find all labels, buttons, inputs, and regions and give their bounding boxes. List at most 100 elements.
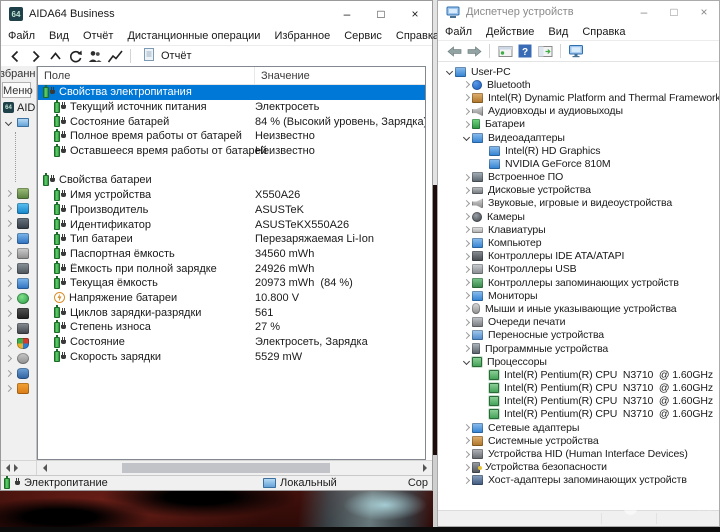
back-icon[interactable] <box>5 48 25 64</box>
list-row[interactable]: Состояние батарей 84 % (Высокий уровень, … <box>38 114 425 129</box>
chevron-right-icon[interactable] <box>461 279 472 287</box>
scroll-right-icon[interactable] <box>14 464 18 472</box>
sidebar-computer-node[interactable] <box>1 115 36 130</box>
device-tree-item[interactable]: Мониторы <box>440 289 719 302</box>
device-tree-item[interactable]: Видеоадаптеры <box>440 131 719 144</box>
scrollbar-thumb[interactable] <box>122 463 330 473</box>
device-tree-item[interactable]: NVIDIA GeForce 810M <box>440 157 719 170</box>
list-row[interactable]: Имя устройства X550A26 <box>38 187 425 203</box>
chart-icon[interactable] <box>105 48 125 64</box>
refresh-icon[interactable] <box>65 48 85 64</box>
device-tree-item[interactable]: Системные устройства <box>440 434 719 447</box>
tab-menu[interactable]: Меню <box>2 82 33 98</box>
list-row[interactable]: Производитель ASUSTeK <box>38 202 425 218</box>
chevron-right-icon[interactable] <box>461 463 472 471</box>
device-tree-item[interactable]: Устройства безопасности <box>440 461 719 474</box>
chevron-right-icon[interactable] <box>461 94 472 102</box>
sidebar-item-directx[interactable] <box>1 291 36 306</box>
menu-item-Вид[interactable]: Вид <box>541 24 575 40</box>
chevron-down-icon[interactable] <box>444 68 455 76</box>
device-tree-item[interactable]: Intel(R) Pentium(R) CPU N3710 @ 1.60GHz <box>440 368 719 381</box>
window-list-icon[interactable] <box>495 43 515 59</box>
aida64-titlebar[interactable]: 64 AIDA64 Business – □ × <box>1 1 432 27</box>
minimize-button[interactable]: – <box>330 8 364 20</box>
sidebar-item-os[interactable] <box>1 201 36 216</box>
list-row[interactable]: Оставшееся время работы от батарей Неизве… <box>38 143 425 159</box>
chevron-right-icon[interactable] <box>461 120 472 128</box>
chevron-right-icon[interactable] <box>461 226 472 234</box>
chevron-right-icon[interactable] <box>461 173 472 181</box>
forward-icon[interactable] <box>25 48 45 64</box>
column-header-value[interactable]: Значение <box>254 67 310 84</box>
list-row[interactable]: Текущая ёмкость 20973 mWh (84 %) <box>38 275 425 291</box>
device-tree-item[interactable]: Аудиовходы и аудиовыходы <box>440 105 719 118</box>
scrollbar-track[interactable] <box>52 461 417 475</box>
sidebar-item-storage[interactable] <box>1 261 36 276</box>
sidebar-item-multimedia[interactable] <box>1 246 36 261</box>
sidebar-item-motherboard[interactable] <box>1 186 36 201</box>
sidebar-item-network[interactable] <box>1 276 36 291</box>
chevron-right-icon[interactable] <box>461 186 472 194</box>
device-tree-item[interactable]: Контроллеры запоминающих устройств <box>440 276 719 289</box>
device-tree-item[interactable]: Звуковые, игровые и видеоустройства <box>440 197 719 210</box>
chevron-right-icon[interactable] <box>4 204 13 213</box>
chevron-right-icon[interactable] <box>4 369 13 378</box>
device-tree-item[interactable]: Intel(R) Dynamic Platform and Thermal Fr… <box>440 91 719 104</box>
device-tree-item[interactable]: Переносные устройства <box>440 329 719 342</box>
maximize-button[interactable]: □ <box>659 6 689 18</box>
sidebar-item-display[interactable] <box>1 231 36 246</box>
device-tree-item[interactable]: Intel(R) HD Graphics <box>440 144 719 157</box>
device-tree-item[interactable]: Батареи <box>440 118 719 131</box>
device-tree-item[interactable]: Камеры <box>440 210 719 223</box>
users-icon[interactable] <box>85 48 105 64</box>
list-row[interactable]: Свойства электропитания <box>38 85 425 100</box>
horizontal-scrollbar[interactable] <box>1 460 432 475</box>
sidebar-item-database[interactable] <box>1 366 36 381</box>
sidebar-item-programs[interactable] <box>1 321 36 336</box>
list-row[interactable]: Напряжение батареи 10.800 V <box>38 291 425 306</box>
device-tree-item[interactable]: Intel(R) Pentium(R) CPU N3710 @ 1.60GHz <box>440 408 719 421</box>
sidebar-item-server[interactable] <box>1 216 36 231</box>
device-tree-item[interactable]: Хост-адаптеры запоминающих устройств <box>440 474 719 487</box>
device-tree-item[interactable]: User-PC <box>440 65 719 78</box>
devmgr-titlebar[interactable]: Диспетчер устройств – □ × <box>438 1 719 23</box>
scroll-left-icon[interactable] <box>6 464 10 472</box>
list-row[interactable]: Состояние Электросеть, Зарядка <box>38 334 425 350</box>
device-tree-item[interactable]: Дисковые устройства <box>440 184 719 197</box>
show-tree-icon[interactable] <box>535 43 555 59</box>
chevron-right-icon[interactable] <box>461 107 472 115</box>
chevron-right-icon[interactable] <box>4 339 13 348</box>
scrollbar-left-arrow[interactable] <box>37 461 52 475</box>
list-row[interactable]: Идентификатор ASUSTeKX550A26 <box>38 217 425 232</box>
chevron-right-icon[interactable] <box>461 239 472 247</box>
device-tree-item[interactable]: Bluetooth <box>440 78 719 91</box>
list-row[interactable]: Текущий источник питания Электросеть <box>38 99 425 115</box>
list-row-spacer[interactable] <box>38 158 425 173</box>
list-row[interactable]: Свойства батареи <box>38 172 425 188</box>
chevron-down-icon[interactable] <box>461 133 472 142</box>
list-row[interactable]: Полное время работы от батарей Неизвестно <box>38 128 425 144</box>
menu-item-Дистанционные операции[interactable]: Дистанционные операции <box>120 28 267 44</box>
list-row[interactable]: Степень износа 27 % <box>38 319 425 335</box>
sidebar-item-config[interactable] <box>1 351 36 366</box>
close-button[interactable]: × <box>689 6 719 18</box>
list-row[interactable]: Ёмкость при полной зарядке 24926 mWh <box>38 261 425 276</box>
device-tree-item[interactable]: Intel(R) Pentium(R) CPU N3710 @ 1.60GHz <box>440 382 719 395</box>
menu-item-Избранное[interactable]: Избранное <box>267 28 337 44</box>
help-icon[interactable]: ? <box>515 43 535 59</box>
chevron-down-icon[interactable] <box>461 358 472 366</box>
scrollbar-right-arrow[interactable] <box>417 461 432 475</box>
chevron-right-icon[interactable] <box>461 292 472 300</box>
chevron-right-icon[interactable] <box>4 294 13 303</box>
chevron-right-icon[interactable] <box>461 437 472 445</box>
list-row[interactable]: Циклов зарядки-разрядки 561 <box>38 305 425 320</box>
chevron-right-icon[interactable] <box>4 234 13 243</box>
sidebar-item-benchmark[interactable] <box>1 381 36 396</box>
sidebar-item-devices[interactable] <box>1 306 36 321</box>
chevron-right-icon[interactable] <box>4 324 13 333</box>
close-button[interactable]: × <box>398 8 432 20</box>
chevron-right-icon[interactable] <box>461 305 472 313</box>
computer-icon[interactable] <box>566 43 586 59</box>
chevron-right-icon[interactable] <box>461 424 472 432</box>
chevron-right-icon[interactable] <box>461 265 472 273</box>
